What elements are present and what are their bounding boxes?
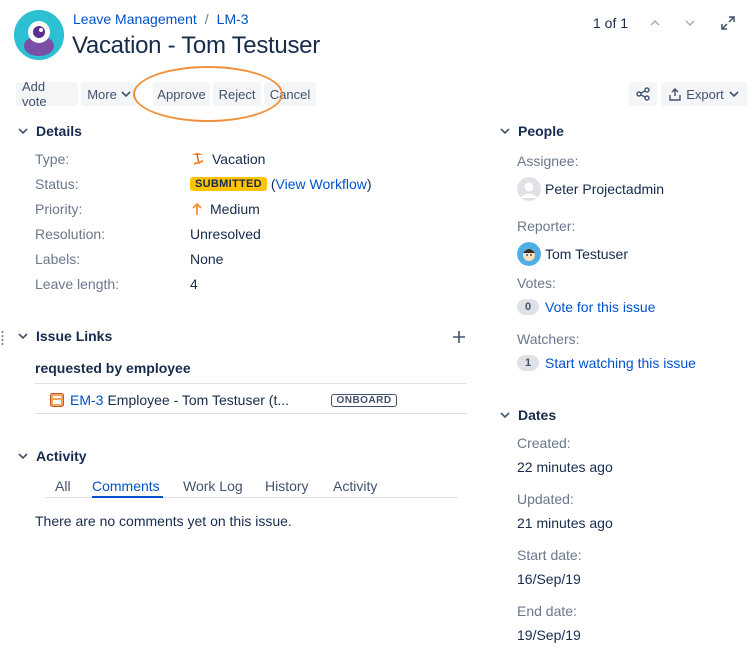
- chevron-up-icon[interactable]: [645, 13, 665, 33]
- linked-issue-summary[interactable]: Employee - Tom Testuser (t...: [107, 392, 307, 408]
- issue-type-icon: [50, 393, 64, 407]
- project-avatar[interactable]: [14, 10, 64, 60]
- tab-work-log[interactable]: Work Log: [183, 478, 243, 494]
- chevron-down-icon: [121, 91, 131, 98]
- chevron-down-icon: [16, 124, 30, 138]
- breadcrumb-issue-link[interactable]: LM-3: [217, 11, 249, 27]
- end-date-value: 19/Sep/19: [517, 627, 581, 643]
- active-tab-indicator: [92, 496, 163, 498]
- chevron-down-icon: [729, 91, 739, 98]
- reporter-label: Reporter:: [517, 218, 576, 234]
- share-button[interactable]: [629, 82, 657, 106]
- people-toggle[interactable]: People: [498, 123, 564, 139]
- reporter-name: Tom Testuser: [545, 246, 628, 262]
- share-icon: [636, 87, 650, 101]
- votes-value: 0 Vote for this issue: [517, 299, 656, 315]
- labels-value: None: [190, 251, 224, 267]
- tab-activity[interactable]: Activity: [333, 478, 377, 494]
- status-badge: SUBMITTED: [190, 177, 267, 191]
- drag-handle-icon[interactable]: [1, 330, 4, 348]
- chevron-down-icon: [16, 449, 30, 463]
- people-heading: People: [518, 123, 564, 139]
- issue-links-heading: Issue Links: [36, 328, 113, 344]
- tab-all[interactable]: All: [55, 478, 71, 494]
- divider: [35, 383, 467, 384]
- link-row: EM-3 Employee - Tom Testuser (t... ONBOA…: [35, 388, 467, 412]
- link-group-label: requested by employee: [35, 360, 191, 376]
- updated-value: 21 minutes ago: [517, 515, 613, 531]
- chevron-down-icon: [498, 408, 512, 422]
- more-button[interactable]: More: [81, 82, 137, 106]
- export-icon: [669, 87, 681, 101]
- linked-issue-status: ONBOARD: [331, 393, 397, 407]
- assignee-value[interactable]: Peter Projectadmin: [517, 177, 664, 201]
- start-date-value: 16/Sep/19: [517, 571, 581, 587]
- leave-length-value: 4: [190, 276, 198, 292]
- add-vote-button[interactable]: Add vote: [16, 79, 78, 109]
- priority-text: Medium: [210, 201, 260, 217]
- activity-toggle[interactable]: Activity: [16, 448, 87, 464]
- activity-heading: Activity: [36, 448, 87, 464]
- more-label: More: [87, 86, 117, 102]
- tab-comments[interactable]: Comments: [92, 478, 160, 494]
- add-link-button[interactable]: [452, 330, 466, 344]
- priority-label: Priority:: [35, 201, 83, 217]
- status-paren-close: ): [366, 176, 372, 192]
- expand-icon[interactable]: [718, 13, 738, 33]
- reporter-value[interactable]: Tom Testuser: [517, 242, 628, 266]
- status-label: Status:: [35, 176, 79, 192]
- breadcrumb-separator: /: [204, 11, 209, 27]
- no-comments-text: There are no comments yet on this issue.: [35, 513, 292, 529]
- priority-value: Medium: [190, 201, 260, 217]
- highlight-annotation: [133, 66, 283, 122]
- labels-label: Labels:: [35, 251, 81, 267]
- created-value: 22 minutes ago: [517, 459, 613, 475]
- chevron-down-icon[interactable]: [680, 13, 700, 33]
- type-value: Vacation: [190, 151, 265, 167]
- vote-link[interactable]: Vote for this issue: [545, 299, 656, 315]
- resolution-label: Resolution:: [35, 226, 106, 242]
- leave-length-label: Leave length:: [35, 276, 120, 292]
- votes-count: 0: [517, 299, 539, 315]
- arrow-up-priority-icon: [192, 202, 202, 215]
- pager-text: 1 of 1: [593, 15, 629, 31]
- view-workflow-link[interactable]: View Workflow: [276, 176, 367, 192]
- export-label: Export: [686, 86, 724, 102]
- watchers-label: Watchers:: [517, 331, 580, 347]
- type-text: Vacation: [212, 151, 266, 167]
- assignee-label: Assignee:: [517, 153, 579, 169]
- details-toggle[interactable]: Details: [16, 123, 82, 139]
- breadcrumb-project-link[interactable]: Leave Management: [73, 11, 197, 27]
- linked-issue-key[interactable]: EM-3: [70, 392, 103, 408]
- votes-label: Votes:: [517, 275, 556, 291]
- watch-link[interactable]: Start watching this issue: [545, 355, 696, 371]
- created-label: Created:: [517, 435, 571, 451]
- plus-icon: [453, 331, 465, 343]
- chevron-down-icon: [16, 329, 30, 343]
- vacation-icon: [192, 153, 204, 165]
- resolution-value: Unresolved: [190, 226, 261, 242]
- details-heading: Details: [36, 123, 82, 139]
- updated-label: Updated:: [517, 491, 574, 507]
- dates-toggle[interactable]: Dates: [498, 407, 556, 423]
- tab-history[interactable]: History: [265, 478, 309, 494]
- user-avatar-icon: [517, 177, 541, 201]
- start-date-label: Start date:: [517, 547, 582, 563]
- watchers-count: 1: [517, 355, 539, 371]
- breadcrumb: Leave Management / LM-3: [73, 11, 249, 27]
- divider: [35, 413, 467, 414]
- user-avatar-icon: [517, 242, 541, 266]
- type-label: Type:: [35, 151, 70, 167]
- dates-heading: Dates: [518, 407, 557, 423]
- issue-links-toggle[interactable]: Issue Links: [16, 328, 112, 344]
- status-value: SUBMITTED ( View Workflow ): [190, 176, 372, 192]
- page-title: Vacation - Tom Testuser: [72, 32, 320, 59]
- end-date-label: End date:: [517, 603, 577, 619]
- watchers-value: 1 Start watching this issue: [517, 355, 696, 371]
- assignee-name: Peter Projectadmin: [545, 181, 665, 197]
- chevron-down-icon: [498, 124, 512, 138]
- export-button[interactable]: Export: [661, 82, 747, 106]
